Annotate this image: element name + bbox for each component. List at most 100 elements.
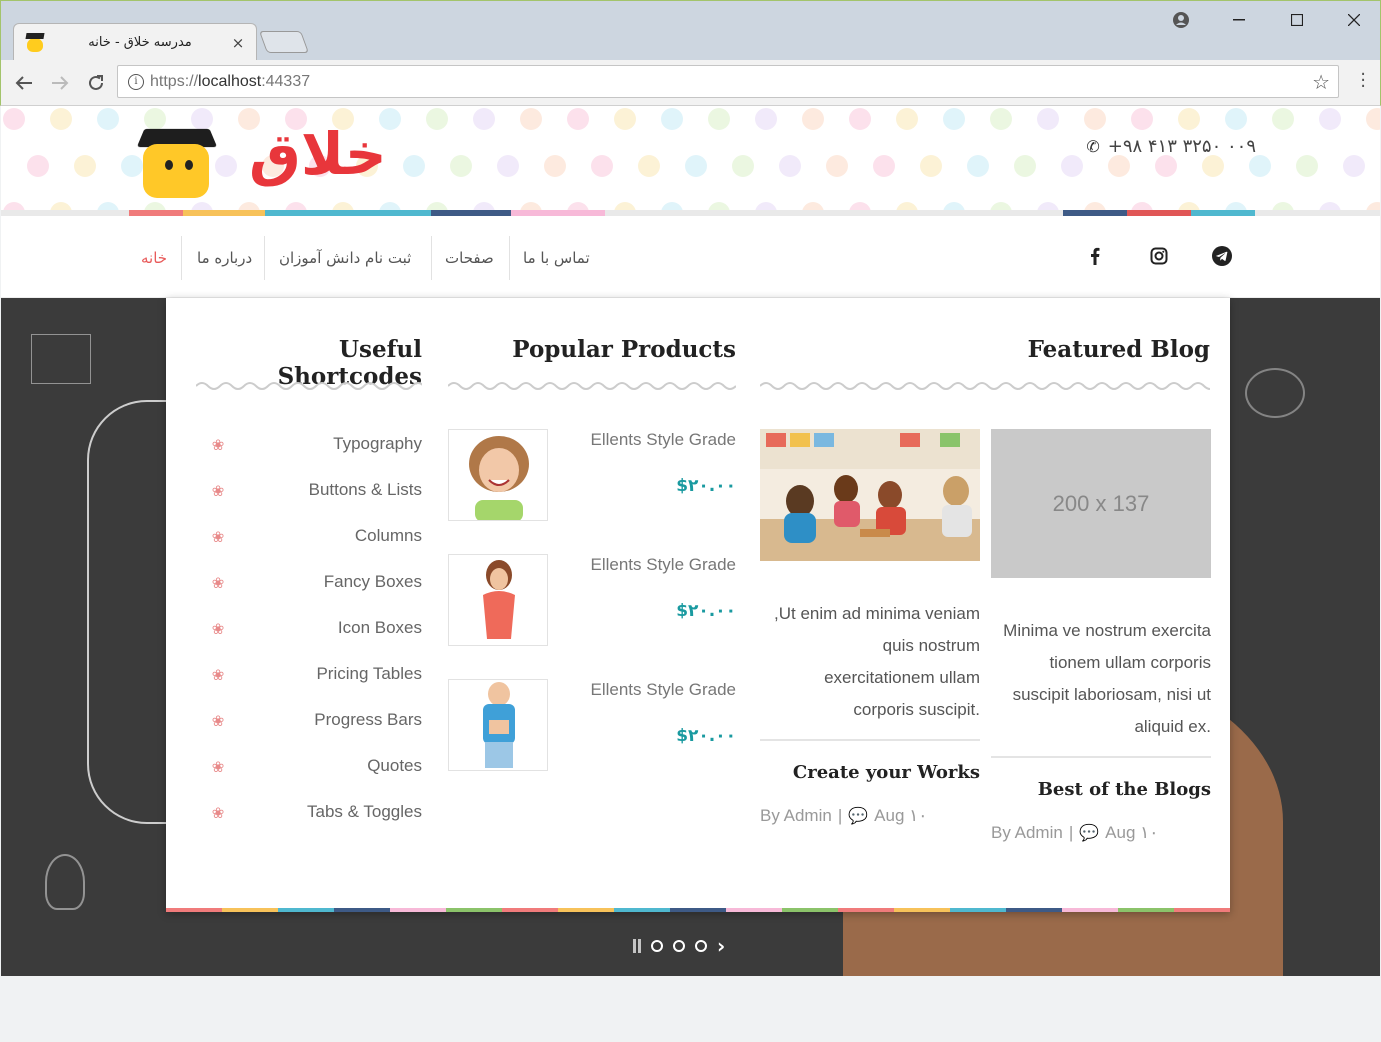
shortcode-link[interactable]: Quotes (222, 756, 422, 776)
products-title: Popular Products (512, 336, 736, 363)
panel-color-strip (166, 908, 1230, 912)
phone-number: ✆ +۹۸ ۴۱۳ ۳۲۵۰ ۰۰۹ (1086, 136, 1256, 157)
reload-icon[interactable] (83, 70, 109, 96)
pause-icon[interactable] (633, 939, 641, 953)
blog-excerpt-line: suscipit laboriosam, nisi ut (1012, 685, 1211, 704)
blog-excerpt-line: Minima ve nostrum exercita (1003, 621, 1211, 640)
mega-menu-panel: Useful Shortcodes Popular Products Featu… (166, 298, 1230, 912)
polka-dot (50, 108, 72, 130)
shortcode-link[interactable]: Typography (222, 434, 422, 454)
polka-dot (732, 155, 754, 177)
facebook-icon[interactable] (1083, 244, 1107, 268)
blog-image-placeholder[interactable]: 200 x 137 (991, 429, 1211, 578)
chalk-drawing (31, 334, 91, 384)
bookmark-star-icon[interactable]: ☆ (1312, 70, 1330, 94)
blog-excerpt-line: Ut enim ad minima veniam, (774, 604, 980, 623)
polka-dot (661, 108, 683, 130)
blog-post-title[interactable]: Best of the Blogs (991, 779, 1211, 800)
new-tab-button[interactable] (258, 31, 310, 53)
nav-item-contact[interactable]: تماس با ما (511, 236, 602, 280)
polka-dot (614, 108, 636, 130)
shortcode-link[interactable]: Fancy Boxes (222, 572, 422, 592)
info-icon[interactable]: i (128, 73, 144, 90)
polka-dot (567, 108, 589, 130)
blog-title: Featured Blog (1027, 336, 1210, 363)
polka-dot (74, 155, 96, 177)
shortcode-link[interactable]: Buttons & Lists (222, 480, 422, 500)
polka-dot (967, 155, 989, 177)
polka-dot (1061, 155, 1083, 177)
back-arrow-icon[interactable] (11, 70, 37, 96)
chalk-drawing (1245, 368, 1305, 418)
polka-dot (1319, 108, 1341, 130)
lightbulb-chalk-icon (45, 854, 85, 910)
phone-text: +۹۸ ۴۱۳ ۳۲۵۰ ۰۰۹ (1107, 136, 1256, 157)
polka-dot (97, 108, 119, 130)
divider (760, 739, 980, 741)
product-price: $۲۰.۰۰ (676, 476, 736, 496)
divider (991, 756, 1211, 758)
minimize-button[interactable] (1223, 6, 1255, 34)
blog-post-meta: By Admin | 💬 Aug ۱۰ (991, 823, 1158, 843)
address-bar[interactable]: i https://localhost:44337 ☆ (117, 65, 1339, 98)
blog-post-image[interactable] (760, 429, 980, 561)
polka-dot (1014, 155, 1036, 177)
slider-dot[interactable] (651, 940, 663, 952)
slider-dot[interactable] (695, 940, 707, 952)
url-text[interactable]: https://localhost:44337 (150, 73, 1312, 91)
blog-post-title[interactable]: Create your Works (760, 762, 980, 783)
shortcode-link[interactable]: Pricing Tables (222, 664, 422, 684)
polka-dot (1131, 108, 1153, 130)
polka-dot (591, 155, 613, 177)
polka-dot (779, 155, 801, 177)
polka-dot (896, 108, 918, 130)
shortcode-link[interactable]: Icon Boxes (222, 618, 422, 638)
blog-author[interactable]: By Admin (760, 806, 832, 826)
blog-author[interactable]: By Admin (991, 823, 1063, 843)
product-thumbnail[interactable] (448, 554, 548, 646)
web-page: خلاق ✆ +۹۸ ۴۱۳ ۳۲۵۰ ۰۰۹ خانه درباره ما ث… (1, 106, 1380, 1041)
blog-excerpt-line: tionem ullam corporis (1049, 653, 1211, 672)
instagram-icon[interactable] (1147, 244, 1171, 268)
browser-menu-icon[interactable]: · · · (1360, 66, 1366, 96)
forward-arrow-icon[interactable] (47, 70, 73, 96)
nav-item-pages[interactable]: صفحات (433, 236, 506, 280)
account-icon[interactable] (1169, 6, 1193, 34)
favicon-icon (24, 32, 46, 54)
shortcode-link[interactable]: Tabs & Toggles (222, 802, 422, 822)
nav-item-registration[interactable]: ثبت نام دانش آموزان (267, 236, 423, 280)
next-arrow-icon[interactable]: › (717, 934, 725, 958)
blog-date: Aug ۱۰ (1105, 823, 1159, 842)
nav-item-about[interactable]: درباره ما (185, 236, 264, 280)
polka-dot (1202, 155, 1224, 177)
telegram-icon[interactable] (1210, 244, 1234, 268)
polka-dot (27, 155, 49, 177)
polka-dot (3, 108, 25, 130)
shortcode-link[interactable]: Columns (222, 526, 422, 546)
product-thumbnail[interactable] (448, 679, 548, 771)
product-name[interactable]: Ellents Style Grade (536, 430, 736, 450)
polka-dot (403, 155, 425, 177)
polka-dot (426, 108, 448, 130)
polka-dot (920, 155, 942, 177)
comment-icon: 💬 (848, 808, 869, 825)
maximize-button[interactable] (1281, 6, 1313, 34)
slider-dot[interactable] (673, 940, 685, 952)
polka-dot (1155, 155, 1177, 177)
polka-dot (1272, 108, 1294, 130)
product-price: $۲۰.۰۰ (676, 601, 736, 621)
page-footer-area (1, 976, 1380, 1041)
polka-dot (873, 155, 895, 177)
close-window-button[interactable] (1338, 6, 1370, 34)
shortcode-link[interactable]: Progress Bars (222, 710, 422, 730)
product-name[interactable]: Ellents Style Grade (536, 555, 736, 575)
polka-dot (520, 108, 542, 130)
product-thumbnail[interactable] (448, 429, 548, 521)
polka-dot (1084, 108, 1106, 130)
browser-tab[interactable]: مدرسه خلاق - خانه × (13, 23, 257, 61)
product-name[interactable]: Ellents Style Grade (536, 680, 736, 700)
nav-item-home[interactable]: خانه (129, 236, 179, 280)
tab-close-icon[interactable]: × (230, 34, 246, 52)
site-logo[interactable]: خلاق (136, 118, 399, 200)
polka-dot (1343, 155, 1365, 177)
